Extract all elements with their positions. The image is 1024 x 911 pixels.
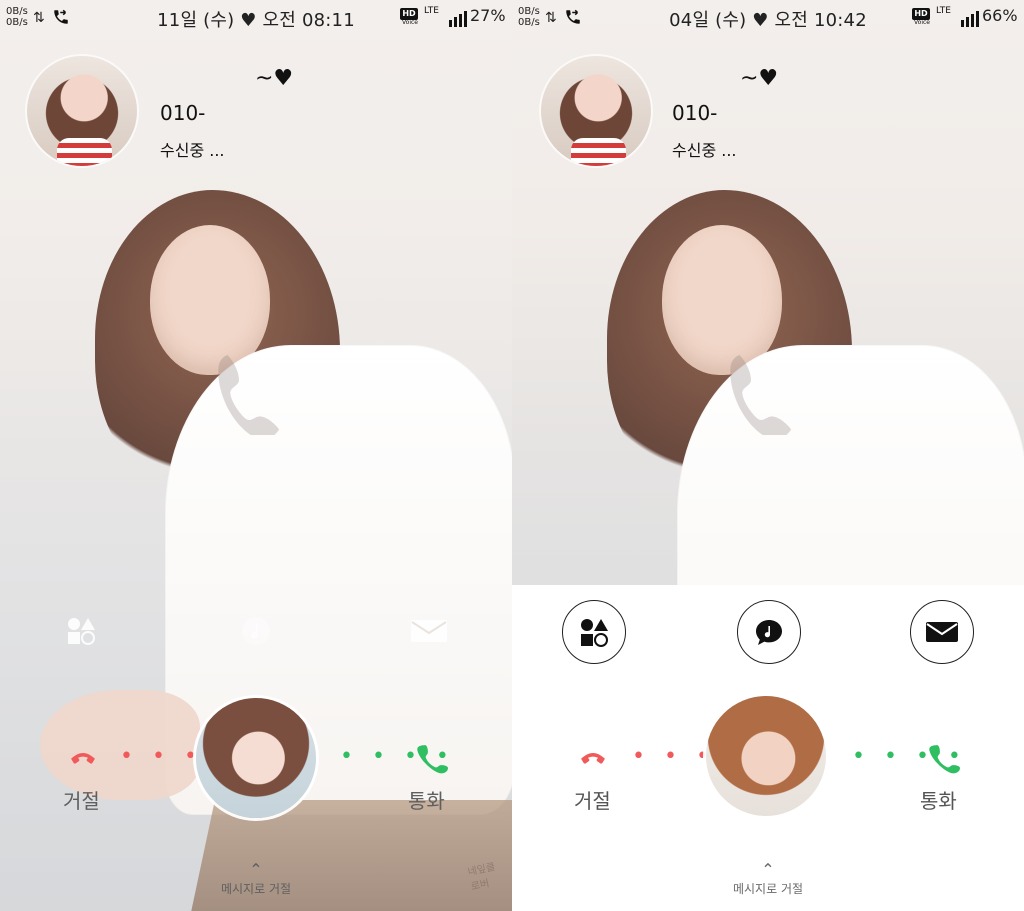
signal-bars-icon	[961, 11, 979, 27]
dual-incoming-call-screens: 네잎클로버 0B/s 0B/s ⇅ 11일 (수) ♥ 오전 08:11 HD …	[0, 0, 1024, 911]
status-bar: 0B/s 0B/s ⇅ 04일 (수) ♥ 오전 10:42 HD Voice …	[512, 0, 1024, 34]
caller-number: 010-	[160, 101, 206, 125]
incoming-call-screen-left: 네잎클로버 0B/s 0B/s ⇅ 11일 (수) ♥ 오전 08:11 HD …	[0, 0, 512, 911]
center-call-avatar[interactable]	[706, 696, 826, 816]
lte-label: LTE	[936, 6, 951, 16]
mail-icon	[411, 620, 447, 642]
decline-call-icon[interactable]	[66, 740, 100, 774]
caller-avatar	[541, 56, 651, 166]
phone-watermark-icon	[730, 355, 792, 435]
contact-info-button[interactable]	[50, 600, 112, 662]
music-message-button[interactable]	[225, 600, 287, 662]
reject-message-chevron[interactable]: ⌃	[512, 862, 1024, 878]
accept-call-icon[interactable]	[414, 740, 448, 774]
mail-icon	[926, 622, 958, 642]
signal-bars-icon	[449, 11, 467, 27]
voice-label: Voice	[914, 19, 930, 26]
decline-label: 거절	[574, 789, 611, 813]
message-button[interactable]	[398, 600, 460, 662]
decline-label: 거절	[63, 789, 100, 813]
incoming-call-screen-right: 0B/s 0B/s ⇅ 04일 (수) ♥ 오전 10:42 HD Voice …	[512, 0, 1024, 911]
caller-number: 010-	[672, 101, 718, 125]
decline-call-icon[interactable]	[576, 740, 610, 774]
battery-percent: 27%	[470, 6, 506, 25]
lte-label: LTE	[424, 6, 439, 16]
message-button[interactable]	[910, 600, 974, 664]
phone-watermark-icon	[218, 355, 280, 435]
status-bar: 0B/s 0B/s ⇅ 11일 (수) ♥ 오전 08:11 HD Voice …	[0, 0, 512, 34]
voice-label: Voice	[402, 19, 418, 26]
battery-percent: 66%	[982, 6, 1018, 25]
reject-message-chevron[interactable]: ⌃	[0, 862, 512, 878]
music-note-icon	[242, 617, 270, 645]
shapes-icon	[581, 619, 608, 647]
caller-avatar-stripe	[571, 138, 626, 166]
call-state: 수신중 ...	[672, 141, 737, 160]
reject-with-message[interactable]: 메시지로 거절	[512, 880, 1024, 897]
caller-avatar-stripe	[57, 138, 112, 166]
shapes-icon	[68, 618, 95, 645]
center-avatar-image	[196, 698, 316, 818]
caller-nickname: ~♥	[255, 66, 294, 91]
hd-voice-indicator: HD Voice	[912, 8, 932, 26]
contact-info-button[interactable]	[562, 600, 626, 664]
call-state: 수신중 ...	[160, 141, 225, 160]
reject-with-message[interactable]: 메시지로 거절	[0, 880, 512, 897]
accept-label: 통화	[408, 789, 445, 813]
accept-label: 통화	[920, 789, 957, 813]
accept-call-icon[interactable]	[926, 740, 960, 774]
center-call-avatar[interactable]	[196, 698, 316, 818]
hd-voice-indicator: HD Voice	[400, 8, 420, 26]
music-message-button[interactable]	[737, 600, 801, 664]
music-note-icon	[756, 620, 782, 645]
caller-avatar	[27, 56, 137, 166]
center-avatar-image	[706, 696, 826, 816]
caller-nickname: ~♥	[740, 66, 779, 91]
